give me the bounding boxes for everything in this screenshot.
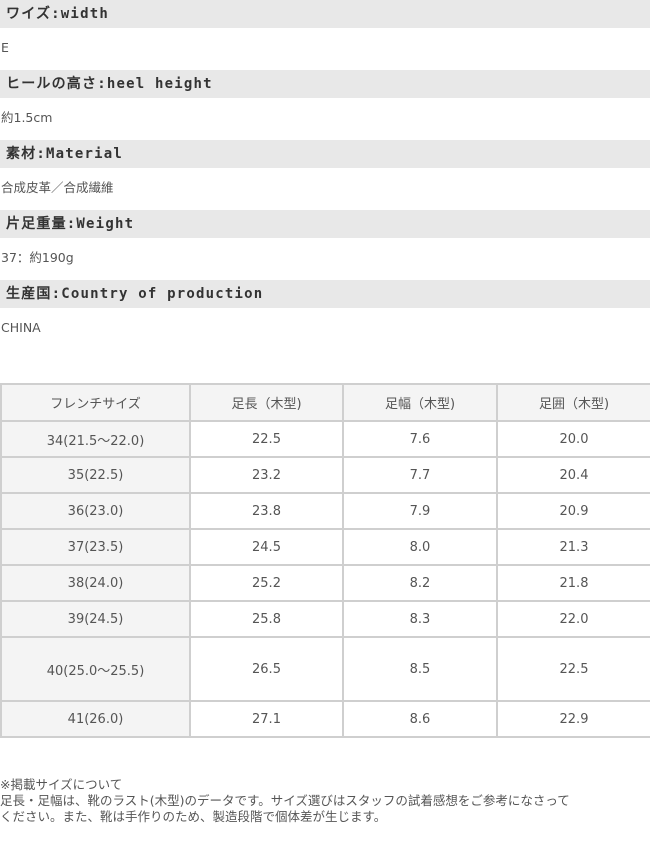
spec-value: 37：約190g (1, 250, 74, 265)
cell-length: 22.5 (189, 420, 344, 458)
spec-label: ヒールの高さ:heel height (0, 70, 650, 98)
table-row: 34(21.5～22.0) 22.5 7.6 20.0 (0, 420, 650, 458)
notes-line: ください。また、靴は手作りのため、製造段階で個体差が生じます。 (0, 809, 387, 824)
cell-size: 35(22.5) (0, 456, 191, 494)
cell-width: 8.6 (342, 700, 498, 738)
cell-length: 25.2 (189, 564, 344, 602)
size-table: フレンチサイズ 足長（木型) 足幅（木型) 足囲（木型) 34(21.5～22.… (0, 383, 650, 738)
cell-length: 27.1 (189, 700, 344, 738)
cell-size: 39(24.5) (0, 600, 191, 638)
cell-size: 36(23.0) (0, 492, 191, 530)
header-foot-length: 足長（木型) (189, 383, 344, 422)
spec-value: E (1, 40, 9, 55)
cell-length: 23.2 (189, 456, 344, 494)
cell-girth: 22.0 (496, 600, 650, 638)
header-foot-width: 足幅（木型) (342, 383, 498, 422)
cell-width: 8.5 (342, 636, 498, 702)
cell-girth: 20.4 (496, 456, 650, 494)
spec-value: 約1.5cm (1, 110, 53, 125)
cell-width: 7.6 (342, 420, 498, 458)
table-row: 40(25.0～25.5) 26.5 8.5 22.5 (0, 636, 650, 702)
header-french-size: フレンチサイズ (0, 383, 191, 422)
header-foot-girth: 足囲（木型) (496, 383, 650, 422)
cell-girth: 22.5 (496, 636, 650, 702)
spec-value: 合成皮革／合成繊維 (1, 180, 114, 195)
cell-size: 38(24.0) (0, 564, 191, 602)
cell-girth: 21.8 (496, 564, 650, 602)
table-row: 36(23.0) 23.8 7.9 20.9 (0, 492, 650, 530)
spec-material: 素材:Material 合成皮革／合成繊維 (0, 140, 650, 210)
spec-weight: 片足重量:Weight 37：約190g (0, 210, 650, 280)
cell-girth: 20.9 (496, 492, 650, 530)
spec-value: CHINA (1, 320, 41, 335)
spec-list: ワイズ:width E ヒールの高さ:heel height 約1.5cm 素材… (0, 0, 650, 350)
table-row: 37(23.5) 24.5 8.0 21.3 (0, 528, 650, 566)
cell-girth: 20.0 (496, 420, 650, 458)
notes-line: 足長・足幅は、靴のラスト(木型)のデータです。サイズ選びはスタッフの試着感想をご… (0, 793, 570, 808)
size-notes: ※掲載サイズについて 足長・足幅は、靴のラスト(木型)のデータです。サイズ選びは… (0, 777, 650, 825)
cell-length: 25.8 (189, 600, 344, 638)
cell-width: 7.7 (342, 456, 498, 494)
spec-label: 片足重量:Weight (0, 210, 650, 238)
table-row: 41(26.0) 27.1 8.6 22.9 (0, 700, 650, 738)
cell-length: 24.5 (189, 528, 344, 566)
cell-width: 8.0 (342, 528, 498, 566)
spec-label: ワイズ:width (0, 0, 650, 28)
cell-width: 8.2 (342, 564, 498, 602)
table-header-row: フレンチサイズ 足長（木型) 足幅（木型) 足囲（木型) (0, 383, 650, 422)
cell-width: 8.3 (342, 600, 498, 638)
cell-length: 23.8 (189, 492, 344, 530)
cell-size: 41(26.0) (0, 700, 191, 738)
notes-title: ※掲載サイズについて (0, 777, 123, 792)
cell-girth: 22.9 (496, 700, 650, 738)
spec-label: 素材:Material (0, 140, 650, 168)
table-row: 35(22.5) 23.2 7.7 20.4 (0, 456, 650, 494)
spec-country: 生産国:Country of production CHINA (0, 280, 650, 350)
cell-length: 26.5 (189, 636, 344, 702)
spec-label: 生産国:Country of production (0, 280, 650, 308)
cell-size: 34(21.5～22.0) (0, 420, 191, 458)
spec-heel-height: ヒールの高さ:heel height 約1.5cm (0, 70, 650, 140)
spec-width: ワイズ:width E (0, 0, 650, 70)
table-row: 38(24.0) 25.2 8.2 21.8 (0, 564, 650, 602)
cell-width: 7.9 (342, 492, 498, 530)
table-row: 39(24.5) 25.8 8.3 22.0 (0, 600, 650, 638)
cell-size: 37(23.5) (0, 528, 191, 566)
cell-size: 40(25.0～25.5) (0, 636, 191, 702)
cell-girth: 21.3 (496, 528, 650, 566)
